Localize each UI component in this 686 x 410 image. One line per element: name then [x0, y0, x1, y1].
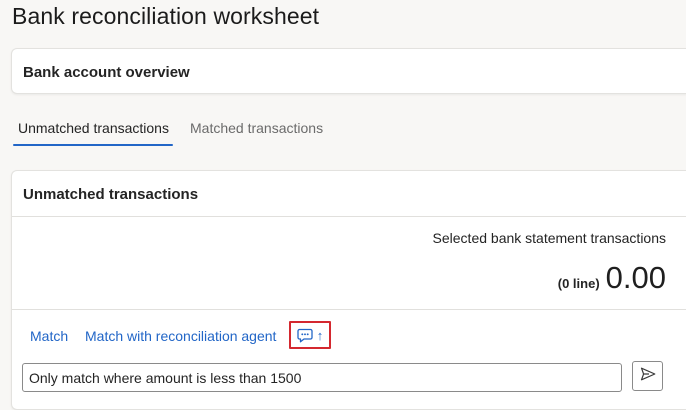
agent-prompt-input[interactable]: [22, 363, 622, 392]
send-button[interactable]: [632, 361, 663, 391]
card-divider: [12, 216, 686, 217]
unmatched-transactions-title: Unmatched transactions: [23, 186, 199, 203]
match-button[interactable]: Match: [30, 328, 68, 344]
card-divider: [12, 309, 686, 310]
tab-matched-transactions[interactable]: Matched transactions: [190, 120, 323, 136]
selected-bank-statement-summary: (0 line) 0.00: [558, 260, 666, 296]
selected-amount: 0.00: [605, 260, 666, 295]
chat-icon: [297, 328, 313, 343]
arrow-up-icon: ↑: [316, 327, 324, 343]
match-with-agent-button[interactable]: Match with reconciliation agent: [85, 328, 276, 344]
agent-chat-toggle-button[interactable]: ↑: [289, 321, 331, 349]
send-icon: [640, 367, 656, 386]
tab-unmatched-transactions[interactable]: Unmatched transactions: [12, 120, 173, 146]
line-count: (0 line): [557, 276, 600, 291]
bank-account-overview-title: Bank account overview: [23, 64, 190, 81]
bank-account-overview-card[interactable]: Bank account overview: [11, 48, 686, 94]
page-title: Bank reconciliation worksheet: [12, 3, 320, 29]
selected-bank-statement-label: Selected bank statement transactions: [432, 230, 666, 246]
unmatched-transactions-card: Unmatched transactions Selected bank sta…: [11, 170, 686, 410]
